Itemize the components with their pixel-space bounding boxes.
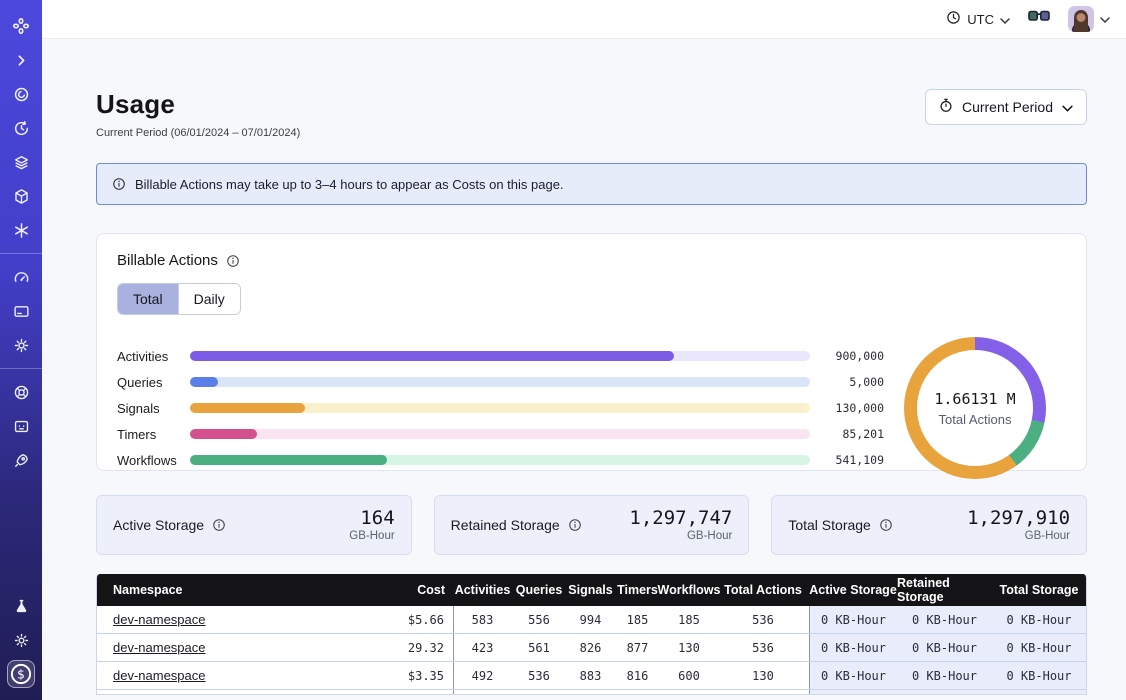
info-icon[interactable] bbox=[879, 518, 893, 532]
app-window: $ UTC Usage Curre bbox=[0, 0, 1126, 700]
total-storage-value: 1,297,910 bbox=[967, 508, 1070, 529]
table-row-clipped bbox=[97, 690, 1086, 695]
namespaces-layers-icon[interactable] bbox=[8, 150, 34, 174]
period-dropdown-button[interactable]: Current Period bbox=[925, 89, 1087, 125]
usage-page: Usage Current Period (06/01/2024 – 07/01… bbox=[42, 39, 1126, 700]
retained-storage-card: Retained Storage 1,297,747 GB-Hour bbox=[434, 495, 750, 555]
billable-actions-bar-chart: Activities 900,000 Queries 5,000 Signals bbox=[117, 351, 884, 465]
info-banner: Billable Actions may take up to 3–4 hour… bbox=[96, 163, 1087, 205]
usage-gauge-icon[interactable] bbox=[8, 265, 34, 289]
donut-total-value: 1.66131 M bbox=[934, 390, 1015, 408]
bar-row-signals: Signals 130,000 bbox=[117, 403, 884, 413]
table-header-row: Namespace Cost Activities Queries Signal… bbox=[97, 574, 1086, 606]
schedules-icon[interactable] bbox=[8, 116, 34, 140]
bar-row-activities: Activities 900,000 bbox=[117, 351, 884, 361]
total-daily-tabs: Total Daily bbox=[117, 283, 241, 315]
support-lifebuoy-icon[interactable] bbox=[8, 380, 34, 404]
namespace-usage-table: Namespace Cost Activities Queries Signal… bbox=[96, 574, 1087, 695]
active-storage-value: 164 bbox=[349, 508, 394, 529]
svg-text:$: $ bbox=[17, 668, 25, 682]
info-icon[interactable] bbox=[568, 518, 582, 532]
topbar: UTC bbox=[42, 0, 1126, 39]
total-actions-donut-chart: 1.66131 M Total Actions bbox=[884, 337, 1066, 479]
tab-total[interactable]: Total bbox=[118, 284, 178, 314]
table-row: dev-namespace 29.32 423 561 826 877 130 … bbox=[97, 634, 1086, 662]
expand-sidebar-chevron-icon[interactable] bbox=[8, 48, 34, 72]
theme-toggle-sun-icon[interactable] bbox=[8, 628, 34, 652]
total-storage-card: Total Storage 1,297,910 GB-Hour bbox=[771, 495, 1087, 555]
billing-card-icon[interactable] bbox=[8, 299, 34, 323]
chevron-down-icon bbox=[1100, 10, 1110, 28]
storage-summary-row: Active Storage 164 GB-Hour Retained Stor… bbox=[96, 495, 1087, 555]
deployments-cube-icon[interactable] bbox=[8, 184, 34, 208]
bar-row-workflows: Workflows 541,109 bbox=[117, 455, 884, 465]
bar-row-queries: Queries 5,000 bbox=[117, 377, 884, 387]
settings-gear-icon[interactable] bbox=[8, 333, 34, 357]
page-subtitle: Current Period (06/01/2024 – 07/01/2024) bbox=[96, 127, 300, 139]
stopwatch-icon bbox=[939, 98, 953, 116]
chevron-down-icon bbox=[1062, 99, 1073, 115]
tab-daily[interactable]: Daily bbox=[178, 284, 240, 314]
credits-dollar-icon[interactable]: $ bbox=[7, 660, 35, 688]
donut-total-label: Total Actions bbox=[939, 412, 1012, 427]
user-menu[interactable] bbox=[1068, 6, 1110, 32]
console-monitor-icon[interactable] bbox=[8, 414, 34, 438]
info-icon[interactable] bbox=[212, 518, 226, 532]
table-row: dev-namespace $3.35 492 536 883 816 600 … bbox=[97, 662, 1086, 690]
labs-flask-icon[interactable] bbox=[8, 594, 34, 618]
info-banner-text: Billable Actions may take up to 3–4 hour… bbox=[135, 177, 564, 192]
billable-actions-card: Billable Actions Total Daily Activities … bbox=[96, 233, 1087, 471]
timezone-label: UTC bbox=[967, 12, 994, 27]
active-storage-card: Active Storage 164 GB-Hour bbox=[96, 495, 412, 555]
page-title: Usage bbox=[96, 89, 300, 119]
namespace-link[interactable]: dev-namespace bbox=[113, 612, 206, 627]
chevron-down-icon bbox=[1000, 12, 1010, 27]
user-avatar bbox=[1068, 6, 1094, 32]
retained-storage-value: 1,297,747 bbox=[629, 508, 732, 529]
bar-row-timers: Timers 85,201 bbox=[117, 429, 884, 439]
sidebar-nav: $ bbox=[0, 0, 42, 700]
namespace-link[interactable]: dev-namespace bbox=[113, 668, 206, 683]
billable-actions-title: Billable Actions bbox=[117, 252, 218, 269]
clock-icon bbox=[946, 10, 961, 28]
feedback-glasses-icon[interactable] bbox=[1028, 10, 1050, 28]
info-icon[interactable] bbox=[226, 254, 240, 268]
workflows-icon[interactable] bbox=[8, 82, 34, 106]
getting-started-rocket-icon[interactable] bbox=[8, 448, 34, 472]
temporal-logo-icon[interactable] bbox=[8, 14, 34, 38]
table-row: dev-namespace $5.66 583 556 994 185 185 … bbox=[97, 606, 1086, 634]
nexus-asterisk-icon[interactable] bbox=[8, 218, 34, 242]
timezone-selector[interactable]: UTC bbox=[946, 10, 1010, 28]
namespace-link[interactable]: dev-namespace bbox=[113, 640, 206, 655]
info-icon bbox=[112, 177, 126, 191]
